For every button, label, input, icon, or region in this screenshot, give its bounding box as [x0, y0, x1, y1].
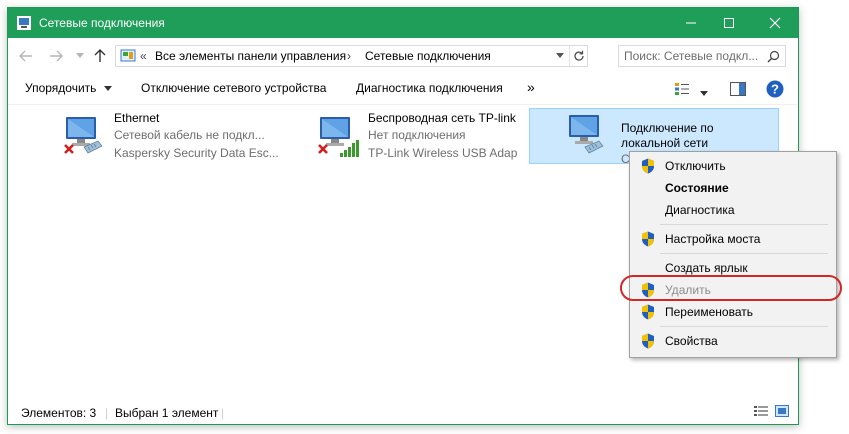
breadcrumb-control-panel[interactable]: Все элементы панели управления: [155, 49, 346, 63]
help-icon: ?: [766, 80, 784, 98]
connection-device: TP-Link Wireless USB Adap: [368, 146, 518, 160]
command-bar: Упорядочить Отключение сетевого устройст…: [8, 74, 798, 105]
disable-device-button[interactable]: Отключение сетевого устройства: [141, 81, 326, 95]
maximize-button[interactable]: [706, 8, 752, 38]
chevron-down-icon: [556, 53, 564, 58]
status-bar: Элементов: 3 | Выбран 1 элемент |: [8, 401, 798, 424]
close-button[interactable]: [752, 8, 798, 38]
menu-item-status[interactable]: Состояние: [632, 177, 834, 199]
details-view-icon: [754, 406, 768, 416]
forward-arrow-icon: [50, 50, 63, 62]
organize-label: Упорядочить: [25, 81, 97, 95]
connection-name: Беспроводная сеть TP-link: [368, 111, 516, 125]
more-commands-button[interactable]: »: [527, 79, 535, 95]
menu-separator: [660, 224, 828, 225]
menu-item-label: Переименовать: [665, 305, 753, 319]
address-row: « Все элементы панели управления › Сетев…: [8, 38, 798, 74]
chevron-down-icon: [103, 86, 112, 92]
preview-pane-button[interactable]: [730, 82, 746, 99]
menu-separator: [660, 326, 828, 327]
connection-status: Нет подключения: [368, 128, 466, 142]
back-button[interactable]: [16, 47, 36, 65]
menu-item-properties[interactable]: Свойства: [632, 330, 834, 352]
menu-item-bridge[interactable]: Настройка моста: [632, 228, 834, 250]
diagnose-connection-button[interactable]: Диагностика подключения: [356, 81, 503, 95]
title-bar[interactable]: Сетевые подключения: [8, 8, 798, 38]
connection-device: Kaspersky Security Data Esc...: [114, 146, 279, 160]
network-adapter-icon: [64, 117, 103, 154]
menu-item-label: Состояние: [665, 181, 729, 195]
view-options-button[interactable]: [700, 85, 708, 99]
search-box: [618, 45, 786, 67]
address-history-button[interactable]: [553, 48, 567, 64]
large-icons-view-button[interactable]: [775, 405, 789, 420]
menu-item-label: Настройка моста: [665, 232, 761, 246]
minimize-icon: [686, 22, 696, 24]
breadcrumb-separator-icon[interactable]: ›: [347, 49, 351, 63]
organize-button[interactable]: Упорядочить: [25, 81, 112, 95]
menu-separator: [660, 253, 828, 254]
status-divider: |: [105, 406, 109, 420]
status-divider: |: [221, 406, 225, 420]
window-title: Сетевые подключения: [39, 16, 165, 30]
up-button[interactable]: [90, 47, 110, 65]
svg-text:?: ?: [771, 82, 779, 97]
breadcrumb-overflow[interactable]: «: [140, 49, 147, 63]
up-arrow-icon: [94, 49, 106, 62]
wireless-adapter-icon: [318, 117, 359, 157]
recent-locations-button[interactable]: [70, 47, 90, 65]
chevron-down-icon: [700, 91, 708, 96]
control-panel-icon: [120, 49, 136, 62]
forward-button[interactable]: [46, 47, 66, 65]
connection-status: Сетевой кабель не подкл...: [114, 128, 265, 142]
menu-item-label: Свойства: [665, 334, 718, 348]
connection-name: Ethernet: [114, 111, 160, 125]
connection-item-wireless[interactable]: Беспроводная сеть TP-link Нет подключени…: [310, 110, 560, 166]
connection-name-line2: локальной сети: [621, 136, 709, 150]
context-menu: Отключить Состояние Диагностика Настройк…: [629, 151, 837, 358]
item-count: Элементов: 3: [21, 406, 97, 420]
search-icon[interactable]: [767, 50, 780, 63]
connection-name-line1: Подключение по: [621, 121, 714, 135]
refresh-button[interactable]: [569, 46, 588, 66]
close-icon: [769, 17, 781, 29]
address-bar[interactable]: « Все элементы панели управления › Сетев…: [115, 45, 588, 67]
connection-item-ethernet[interactable]: Ethernet Сетевой кабель не подкл... Kasp…: [56, 110, 306, 166]
chevron-down-icon: [76, 53, 84, 58]
selection-count: Выбран 1 элемент: [115, 406, 219, 420]
menu-item-label: Диагностика: [665, 203, 735, 217]
uac-shield-icon: [642, 158, 654, 174]
breadcrumb-network-connections[interactable]: Сетевые подключения: [365, 49, 491, 63]
help-button[interactable]: ?: [766, 80, 784, 101]
highlight-ring: [620, 275, 842, 301]
uac-shield-icon: [642, 333, 654, 349]
large-icons-view-icon: [775, 405, 789, 417]
network-adapter-icon: [569, 115, 604, 154]
menu-item-label: Создать ярлык: [665, 261, 748, 275]
maximize-icon: [724, 18, 734, 28]
change-view-button[interactable]: [674, 82, 690, 99]
menu-item-diagnose[interactable]: Диагностика: [632, 199, 834, 221]
details-view-button[interactable]: [754, 405, 768, 420]
menu-item-label: Отключить: [665, 159, 726, 173]
uac-shield-icon: [642, 304, 654, 320]
view-list-icon: [675, 83, 689, 95]
uac-shield-icon: [642, 231, 654, 247]
menu-item-rename[interactable]: Переименовать: [632, 301, 834, 323]
refresh-icon: [574, 50, 584, 61]
preview-pane-icon: [730, 82, 746, 96]
back-arrow-icon: [19, 50, 32, 62]
search-input[interactable]: [624, 48, 759, 64]
network-connections-app-icon: [16, 15, 32, 34]
menu-item-disable[interactable]: Отключить: [632, 155, 834, 177]
